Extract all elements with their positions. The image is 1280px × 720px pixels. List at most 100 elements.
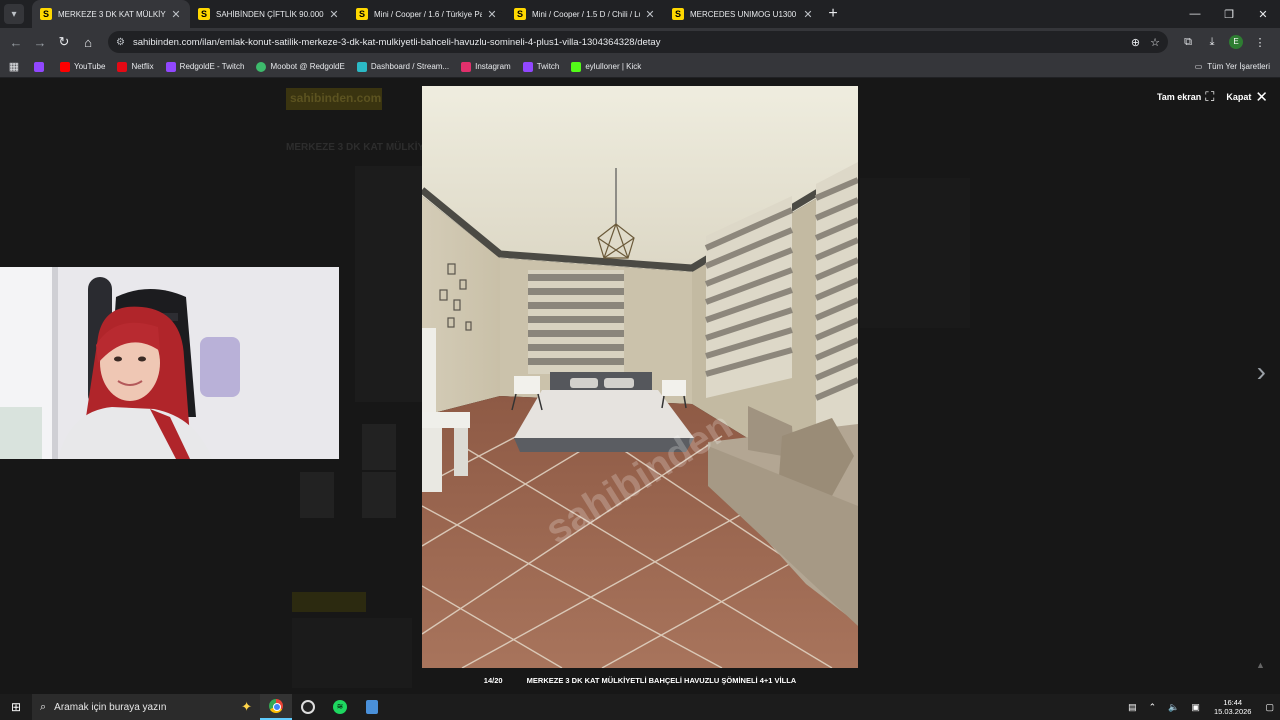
bookmarks-bar: ▦ YouTube Netflix RedgoldE - Twitch Moob… xyxy=(0,56,1280,78)
kick-icon xyxy=(571,61,582,72)
tab-2[interactable]: S Mini / Cooper / 1.6 / Türkiye Pa ✕ xyxy=(348,0,506,28)
system-tray: ▤ ⌃ 🔈 ▣ 16:44 15.03.2026 ▢ xyxy=(1122,698,1280,716)
listing-photo: sahibinden xyxy=(422,86,858,668)
reload-icon[interactable]: ↻ xyxy=(52,34,76,50)
close-icon[interactable]: ✕ xyxy=(170,8,182,21)
tab-0[interactable]: S MERKEZE 3 DK KAT MÜLKİYETLİ ✕ xyxy=(32,0,190,28)
close-icon[interactable]: ✕ xyxy=(802,8,814,21)
twitch-icon xyxy=(522,61,533,72)
windows-taskbar: ⊞ ⌕ Aramak için buraya yazın ✦ ≋ ▤ ⌃ 🔈 ▣… xyxy=(0,694,1280,720)
close-icon[interactable]: ✕ xyxy=(644,8,656,21)
tab-strip: ▾ S MERKEZE 3 DK KAT MÜLKİYETLİ ✕ S SAHİ… xyxy=(0,0,1280,28)
search-placeholder: Aramak için buraya yazın xyxy=(54,701,167,713)
sahibinden-favicon-icon: S xyxy=(198,8,210,20)
sidebar-block xyxy=(860,178,970,328)
photo-counter: 14/20 xyxy=(483,676,503,685)
download-icon[interactable]: ⤓ xyxy=(1200,36,1224,49)
extensions-icon[interactable]: ⧉ xyxy=(1176,36,1200,49)
thumbnail xyxy=(362,472,396,518)
tab-search-icon[interactable]: ▾ xyxy=(4,4,24,24)
tab-title: SAHİBİNDEN ÇİFTLİK 90.000 m² xyxy=(216,9,324,19)
scroll-top-icon[interactable]: ▲ xyxy=(1256,660,1268,672)
sahibinden-favicon-icon: S xyxy=(672,8,684,20)
network-icon[interactable]: ▣ xyxy=(1191,702,1200,713)
back-icon[interactable]: ← xyxy=(4,35,28,50)
volume-icon[interactable]: 🔈 xyxy=(1168,702,1179,713)
fullscreen-button[interactable]: Tam ekran ⛶ xyxy=(1157,89,1214,105)
apps-grid-icon[interactable]: ▦ xyxy=(0,60,28,73)
clock[interactable]: 16:44 15.03.2026 xyxy=(1214,698,1252,716)
bookmark-item[interactable] xyxy=(34,61,48,72)
fullscreen-icon: ⛶ xyxy=(1205,89,1215,104)
sahibinden-favicon-icon: S xyxy=(514,8,526,20)
site-info-icon[interactable]: ⚙ xyxy=(116,37,125,48)
thumbnail xyxy=(300,472,334,518)
notifications-icon[interactable]: ▢ xyxy=(1265,702,1274,713)
restore-icon[interactable]: ❐ xyxy=(1212,8,1246,21)
minimize-icon[interactable]: — xyxy=(1178,8,1212,21)
search-icon: ⌕ xyxy=(40,700,47,713)
webcam-overlay xyxy=(0,267,339,459)
forward-icon[interactable]: → xyxy=(28,35,52,50)
lightbox-controls: Tam ekran ⛶ Kapat ✕ xyxy=(1145,88,1268,106)
obs-icon xyxy=(301,700,315,714)
all-bookmarks[interactable]: ▭ Tüm Yer İşaretleri xyxy=(1195,62,1270,71)
tab-1[interactable]: S SAHİBİNDEN ÇİFTLİK 90.000 m² ✕ xyxy=(190,0,348,28)
taskbar-calculator[interactable] xyxy=(356,694,388,720)
site-logo: sahibinden.com xyxy=(286,88,382,110)
taskbar-obs[interactable] xyxy=(292,694,324,720)
window-close-icon[interactable]: ✕ xyxy=(1246,8,1280,21)
twitch-icon xyxy=(34,61,44,72)
close-icon[interactable]: ✕ xyxy=(486,8,498,21)
taskbar-spotify[interactable]: ≋ xyxy=(324,694,356,720)
keyboard-icon[interactable]: ▤ xyxy=(1128,702,1137,713)
folder-icon: ▭ xyxy=(1194,62,1203,71)
bookmark-redgolde-twitch[interactable]: RedgoldE - Twitch xyxy=(165,61,244,72)
calculator-icon xyxy=(366,700,378,714)
tab-title: MERKEZE 3 DK KAT MÜLKİYETLİ xyxy=(58,9,166,19)
close-icon[interactable]: ✕ xyxy=(328,8,340,21)
new-tab-button[interactable]: + xyxy=(822,5,844,23)
youtube-icon xyxy=(60,61,70,72)
close-icon: ✕ xyxy=(1255,89,1268,106)
next-photo-chevron-icon[interactable]: › xyxy=(1257,356,1266,388)
bookmark-youtube[interactable]: YouTube xyxy=(60,61,105,72)
netflix-icon xyxy=(117,61,128,72)
main-photo-placeholder xyxy=(355,166,425,402)
menu-icon[interactable]: ⋮ xyxy=(1248,36,1272,49)
bookmark-star-icon[interactable]: ☆ xyxy=(1150,36,1160,49)
moobot-icon xyxy=(256,61,267,72)
tab-title: MERCEDES UNIMOG U1300 CA xyxy=(690,9,798,19)
window-controls: — ❐ ✕ xyxy=(1178,8,1280,21)
dimmed-button xyxy=(292,592,366,612)
bookmark-moobot[interactable]: Moobot @ RedgoldE xyxy=(256,61,345,72)
instagram-icon xyxy=(461,61,472,72)
tray-chevron-icon[interactable]: ⌃ xyxy=(1149,702,1157,713)
bookmark-instagram[interactable]: Instagram xyxy=(461,61,511,72)
tab-4[interactable]: S MERCEDES UNIMOG U1300 CA ✕ xyxy=(664,0,822,28)
bookmark-dashboard[interactable]: Dashboard / Stream... xyxy=(356,61,449,72)
address-bar[interactable]: ⚙ sahibinden.com/ilan/emlak-konut-satili… xyxy=(108,31,1168,53)
windows-start-icon[interactable]: ⊞ xyxy=(0,700,32,714)
bookmark-kick[interactable]: eylulloner | Kick xyxy=(571,61,641,72)
photo-caption-text: MERKEZE 3 DK KAT MÜLKİYETLİ BAHÇELİ HAVU… xyxy=(526,676,797,685)
thumbnail xyxy=(362,424,396,470)
chrome-icon xyxy=(269,699,283,713)
url-text: sahibinden.com/ilan/emlak-konut-satilik-… xyxy=(132,36,661,48)
sahibinden-favicon-icon: S xyxy=(356,8,368,20)
home-icon[interactable]: ⌂ xyxy=(76,35,100,50)
taskbar-search[interactable]: ⌕ Aramak için buraya yazın ✦ xyxy=(32,694,260,720)
sahibinden-favicon-icon: S xyxy=(40,8,52,20)
profile-avatar[interactable]: E xyxy=(1229,35,1243,49)
dashboard-icon xyxy=(356,61,367,72)
taskbar-chrome[interactable] xyxy=(260,694,292,720)
tab-3[interactable]: S Mini / Cooper / 1.5 D / Chili / Lu ✕ xyxy=(506,0,664,28)
close-lightbox-button[interactable]: Kapat ✕ xyxy=(1226,88,1268,106)
bookmark-netflix[interactable]: Netflix xyxy=(117,61,154,72)
spotify-icon: ≋ xyxy=(333,700,347,714)
bookmark-twitch[interactable]: Twitch xyxy=(522,61,559,72)
zoom-icon[interactable]: ⊕ xyxy=(1131,36,1140,49)
browser-toolbar: ← → ↻ ⌂ ⚙ sahibinden.com/ilan/emlak-konu… xyxy=(0,28,1280,56)
tab-title: Mini / Cooper / 1.5 D / Chili / Lu xyxy=(532,9,640,19)
copilot-sparkle-icon: ✦ xyxy=(241,699,252,714)
